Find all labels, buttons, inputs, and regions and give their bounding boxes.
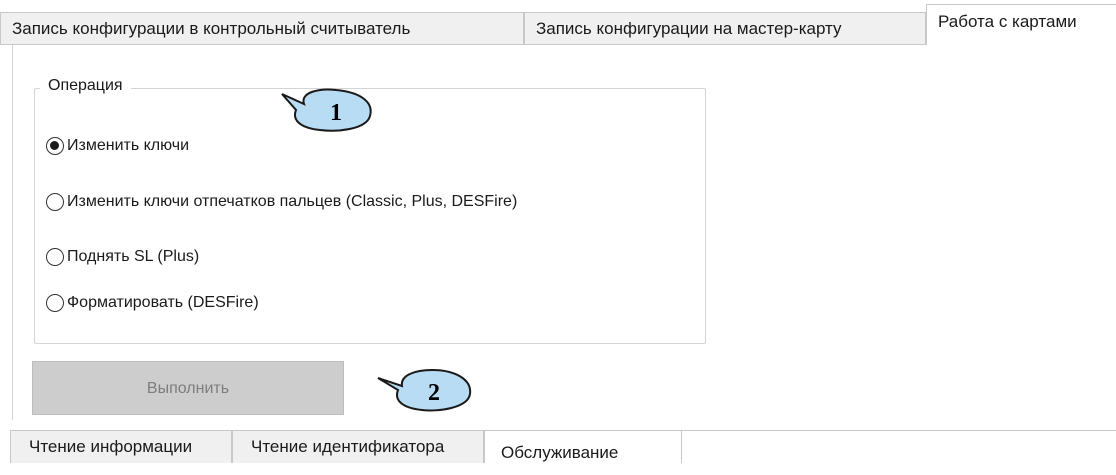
radio-circle[interactable] xyxy=(46,294,64,312)
radio-label: Изменить ключи xyxy=(67,137,190,154)
radio-format[interactable]: Форматировать (DESFire) xyxy=(46,291,259,315)
tab-write-config-reader[interactable]: Запись конфигурации в контрольный считыв… xyxy=(0,12,524,44)
callout-bubble xyxy=(377,368,472,412)
radio-change-fingerprint-keys[interactable]: Изменить ключи отпечатков пальцев (Class… xyxy=(46,190,517,214)
tab-card-operations[interactable]: Работа с картами xyxy=(926,4,1116,45)
tab-read-info[interactable]: Чтение информации xyxy=(10,430,232,463)
radio-circle[interactable] xyxy=(46,248,64,266)
callout-2: 2 xyxy=(377,368,472,412)
radio-raise-sl[interactable]: Поднять SL (Plus) xyxy=(46,245,199,269)
radio-circle[interactable] xyxy=(46,193,64,211)
operation-group-label: Операция xyxy=(40,77,131,95)
callout-number: 1 xyxy=(330,100,342,126)
tab-read-identifier[interactable]: Чтение идентификатора xyxy=(232,430,484,463)
radio-label: Поднять SL (Plus) xyxy=(67,248,200,265)
radio-change-keys[interactable]: Изменить ключи xyxy=(46,134,189,158)
callout-bubble xyxy=(281,88,372,132)
radio-circle[interactable] xyxy=(46,137,64,155)
tab-write-config-master-card[interactable]: Запись конфигурации на мастер-карту xyxy=(524,12,926,44)
callout-1: 1 xyxy=(281,88,372,132)
radio-label: Форматировать (DESFire) xyxy=(67,294,259,311)
tab-strip-baseline xyxy=(682,430,1116,431)
radio-label: Изменить ключи отпечатков пальцев (Class… xyxy=(67,193,518,210)
tab-maintenance[interactable]: Обслуживание xyxy=(484,430,682,463)
execute-button[interactable]: Выполнить xyxy=(32,361,344,415)
top-tab-strip: Запись конфигурации в контрольный считыв… xyxy=(0,0,1116,45)
callout-number: 2 xyxy=(428,380,440,406)
